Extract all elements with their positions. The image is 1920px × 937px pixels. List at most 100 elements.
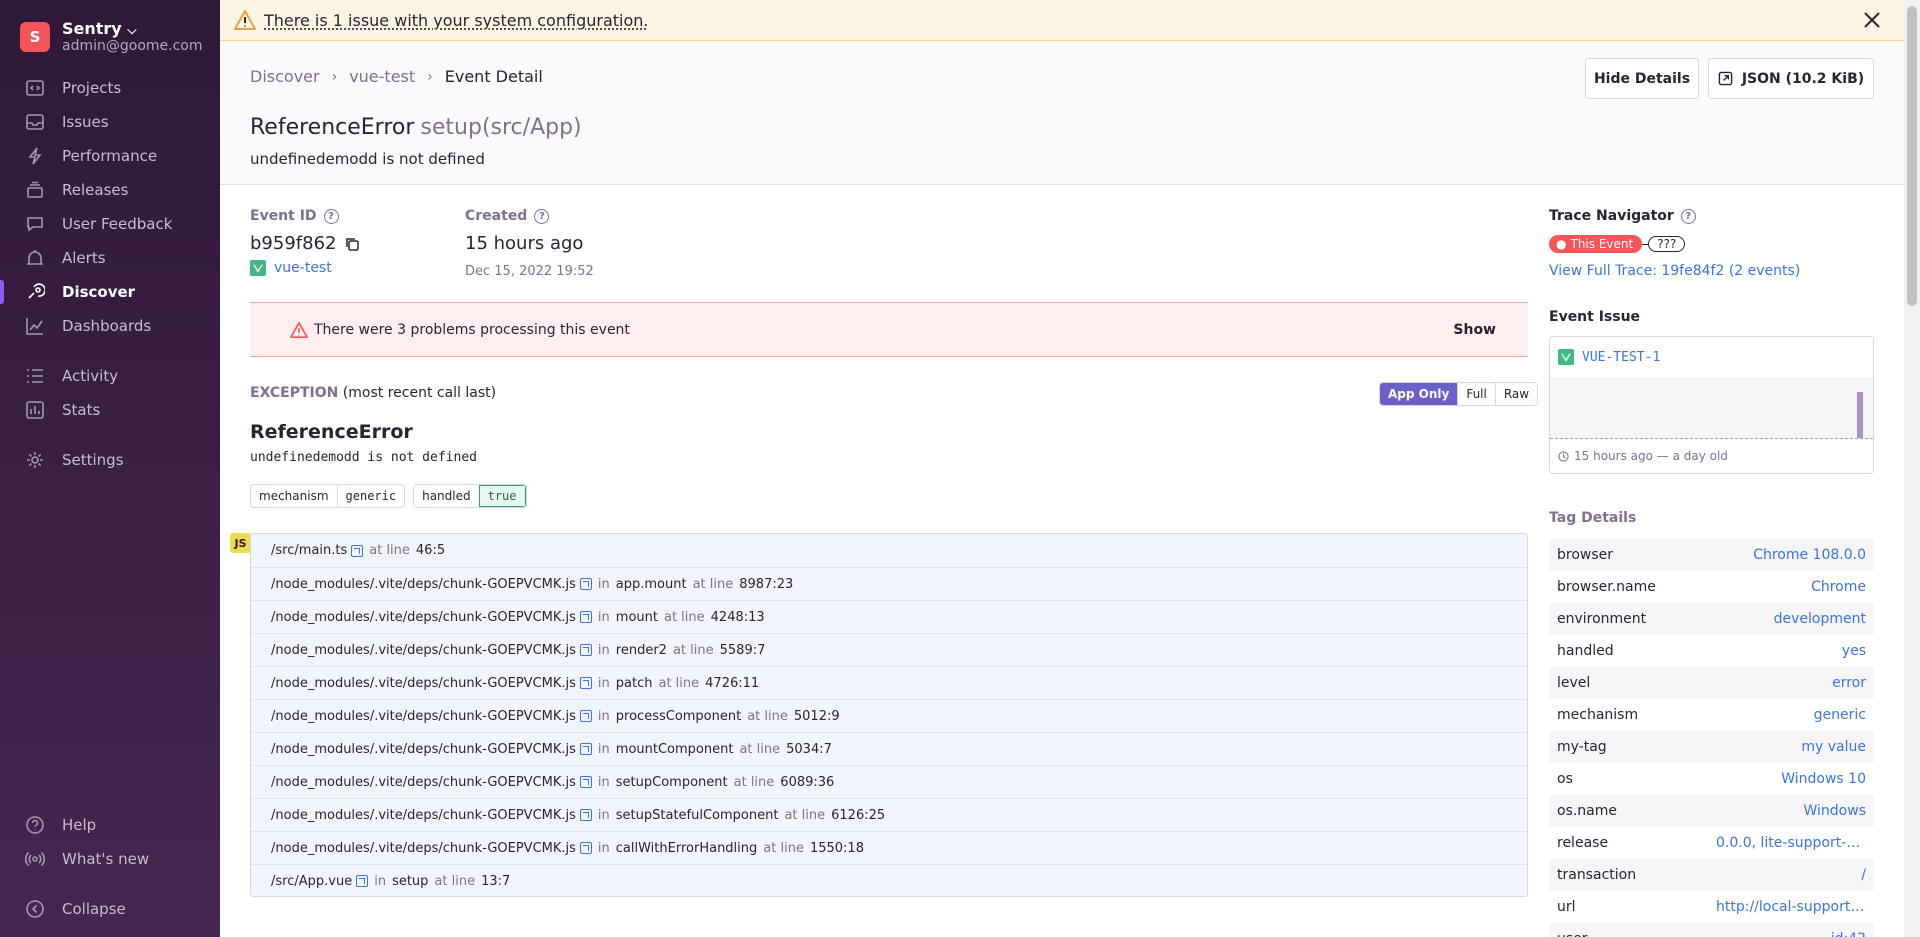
open-external-icon[interactable] — [580, 809, 592, 821]
created-label-text: Created — [465, 208, 527, 224]
stack-frame[interactable]: /node_modules/.vite/deps/chunk-GOEPVCMK.… — [251, 666, 1527, 699]
tag-value[interactable]: Windows 10 — [1781, 771, 1866, 787]
sidebar-item-whats-new[interactable]: What's new — [0, 842, 220, 876]
tag-value[interactable]: / — [1861, 867, 1866, 883]
tag-value[interactable]: generic — [1814, 707, 1866, 723]
frame-function: patch — [616, 676, 653, 691]
sidebar-collapse-button[interactable]: Collapse — [0, 892, 220, 926]
stack-frame[interactable]: /node_modules/.vite/deps/chunk-GOEPVCMK.… — [251, 831, 1527, 864]
open-external-icon[interactable] — [580, 776, 592, 788]
sidebar-item-releases[interactable]: Releases — [0, 173, 220, 207]
open-external-icon[interactable] — [351, 545, 363, 557]
tag-value[interactable]: http://local-support.... — [1716, 899, 1866, 915]
frame-function: setup — [392, 874, 428, 889]
exception-heading-note: (most recent call last) — [343, 385, 496, 401]
question-icon[interactable]: ? — [534, 209, 549, 224]
sidebar-item-help[interactable]: Help — [0, 808, 220, 842]
stack-frame[interactable]: /node_modules/.vite/deps/chunk-GOEPVCMK.… — [251, 732, 1527, 765]
nav-primary: Projects Issues Performance Releases Use… — [0, 71, 220, 343]
frame-function: setupStatefulComponent — [616, 808, 779, 823]
sidebar-item-settings[interactable]: Settings — [0, 443, 220, 477]
sidebar-item-performance[interactable]: Performance — [0, 139, 220, 173]
tag-key: environment — [1557, 611, 1646, 627]
sidebar-item-dashboards[interactable]: Dashboards — [0, 309, 220, 343]
stack-frame[interactable]: /node_modules/.vite/deps/chunk-GOEPVCMK.… — [251, 633, 1527, 666]
stack-frame[interactable]: /node_modules/.vite/deps/chunk-GOEPVCMK.… — [251, 798, 1527, 831]
sidebar-item-user-feedback[interactable]: User Feedback — [0, 207, 220, 241]
close-icon[interactable] — [1862, 10, 1882, 30]
tag-value[interactable]: development — [1774, 611, 1866, 627]
tag-value[interactable]: error — [1832, 675, 1866, 691]
open-external-icon[interactable] — [580, 578, 592, 590]
this-event-label: This Event — [1570, 237, 1633, 251]
breadcrumb-discover[interactable]: Discover — [250, 67, 320, 86]
frame-in: in — [598, 643, 610, 658]
hide-details-button[interactable]: Hide Details — [1585, 58, 1699, 99]
banner-message[interactable]: There is 1 issue with your system config… — [264, 11, 648, 30]
sidebar-item-projects[interactable]: Projects — [0, 71, 220, 105]
tag-value[interactable]: yes — [1842, 643, 1866, 659]
org-name: Sentry — [62, 19, 122, 38]
tag-value[interactable]: Windows — [1804, 803, 1867, 819]
raw-button[interactable]: Raw — [1495, 383, 1537, 405]
trace-navigator-label-text: Trace Navigator — [1549, 208, 1674, 224]
question-icon[interactable]: ? — [324, 209, 339, 224]
stack-frame[interactable]: /node_modules/.vite/deps/chunk-GOEPVCMK.… — [251, 765, 1527, 798]
sidebar-item-discover[interactable]: Discover — [0, 275, 220, 309]
sidebar-item-issues[interactable]: Issues — [0, 105, 220, 139]
tag-details-label: Tag Details — [1549, 510, 1636, 526]
open-external-icon[interactable] — [580, 743, 592, 755]
stack-frame[interactable]: /node_modules/.vite/deps/chunk-GOEPVCMK.… — [251, 699, 1527, 732]
sidebar-item-activity[interactable]: Activity — [0, 359, 220, 393]
sidebar: S Sentry ⌵ admin@goome.com Projects Issu… — [0, 0, 220, 937]
view-full-trace-link[interactable]: View Full Trace: 19fe84f2 (2 events) — [1549, 263, 1800, 279]
stack-frame[interactable]: /node_modules/.vite/deps/chunk-GOEPVCMK.… — [251, 600, 1527, 633]
tag-value[interactable]: id:42 — [1831, 931, 1866, 937]
org-switcher[interactable]: S Sentry ⌵ admin@goome.com — [20, 20, 203, 54]
this-event-badge[interactable]: ● This Event — [1549, 235, 1642, 253]
tag-value[interactable]: my value — [1801, 739, 1866, 755]
issue-id-row: VUE-TEST-1 — [1558, 349, 1660, 365]
breadcrumb-project[interactable]: vue-test — [349, 67, 415, 86]
frame-line: 4726:11 — [705, 676, 759, 691]
frame-at-line: at line — [434, 874, 475, 889]
tag-value[interactable]: 0.0.0, lite-support-w... — [1716, 835, 1866, 851]
frame-in: in — [598, 775, 610, 790]
unknown-event-badge[interactable]: ??? — [1648, 236, 1685, 252]
open-external-icon[interactable] — [580, 677, 592, 689]
open-external-icon[interactable] — [580, 644, 592, 656]
stack-frame[interactable]: /node_modules/.vite/deps/chunk-GOEPVCMK.… — [251, 567, 1527, 600]
open-external-icon[interactable] — [580, 710, 592, 722]
frame-filename: /src/App.vue — [271, 874, 352, 889]
frame-at-line: at line — [673, 643, 714, 658]
question-icon[interactable]: ? — [1681, 209, 1696, 224]
sidebar-item-stats[interactable]: Stats — [0, 393, 220, 427]
open-external-icon[interactable] — [356, 875, 368, 887]
open-external-icon[interactable] — [580, 611, 592, 623]
performance-icon — [24, 145, 46, 167]
issue-short-id[interactable]: VUE-TEST-1 — [1582, 350, 1660, 365]
page-scrollbar[interactable] — [1904, 0, 1920, 937]
app-only-button[interactable]: App Only — [1380, 383, 1457, 405]
chevron-right-icon: › — [427, 69, 433, 85]
sidebar-item-label: Collapse — [62, 900, 126, 918]
copy-icon[interactable] — [344, 236, 360, 252]
exception-value: undefinedemodd is not defined — [250, 450, 477, 465]
tag-details-table: browser Chrome 108.0.0 browser.name Chrome e… — [1549, 539, 1874, 937]
stack-frame[interactable]: /src/App.vue in setup at line 13:7 — [251, 864, 1527, 897]
event-issue-card[interactable]: VUE-TEST-1 15 hours ago — a day old — [1549, 336, 1874, 474]
sidebar-item-alerts[interactable]: Alerts — [0, 241, 220, 275]
scrollbar-thumb[interactable] — [1907, 6, 1917, 306]
open-external-icon[interactable] — [580, 842, 592, 854]
created-date: Dec 15, 2022 19:52 — [465, 264, 594, 279]
tag-value[interactable]: Chrome 108.0.0 — [1753, 547, 1866, 563]
show-button[interactable]: Show — [1453, 322, 1496, 338]
sidebar-item-label: Projects — [62, 79, 121, 97]
project-badge[interactable]: vue-test — [250, 260, 332, 276]
stack-frame[interactable]: /src/main.ts at line 46:5 — [251, 534, 1527, 567]
full-button[interactable]: Full — [1457, 383, 1495, 405]
tag-value[interactable]: Chrome — [1811, 579, 1866, 595]
json-button[interactable]: JSON (10.2 KiB) — [1708, 58, 1874, 99]
sidebar-item-label: Issues — [62, 113, 109, 131]
frame-at-line: at line — [763, 841, 804, 856]
